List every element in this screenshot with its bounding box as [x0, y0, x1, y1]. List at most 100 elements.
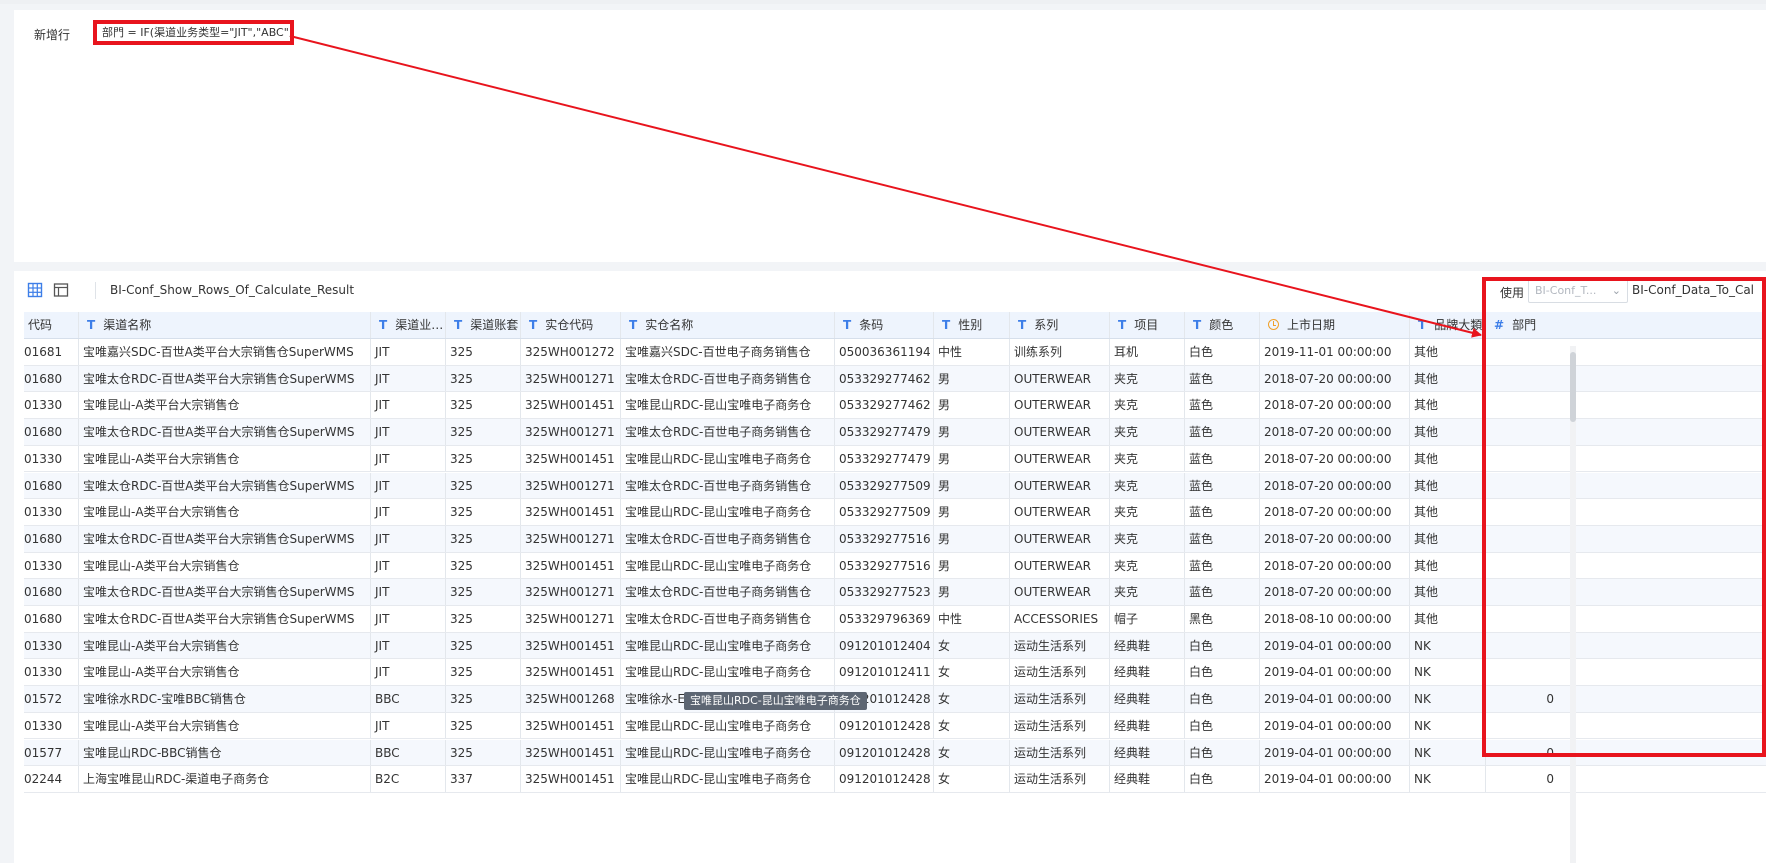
table-cell[interactable]: 325WH001451: [520, 445, 620, 472]
table-row[interactable]: 01681 宝唯嘉兴SDC-百世A类平台大宗销售仓SuperWMS JIT 325 32…: [24, 339, 1766, 366]
table-cell[interactable]: [1485, 392, 1566, 419]
table-cell[interactable]: JIT: [370, 445, 445, 472]
table-cell[interactable]: 053329277479: [834, 445, 933, 472]
table-cell[interactable]: 053329277479: [834, 419, 933, 445]
table-cell[interactable]: [1485, 606, 1566, 632]
table-cell[interactable]: [1485, 525, 1566, 552]
table-cell[interactable]: NK: [1409, 632, 1485, 659]
table-cell[interactable]: 女: [933, 766, 1009, 792]
table-cell[interactable]: 经典鞋: [1109, 739, 1184, 766]
table-cell[interactable]: 宝唯太仓RDC-百世A类平台大宗销售仓SuperWMS: [78, 472, 370, 499]
vertical-scrollbar-thumb[interactable]: [1570, 352, 1576, 422]
table-cell[interactable]: 其他: [1409, 419, 1485, 445]
table-cell[interactable]: 325WH001451: [520, 552, 620, 579]
table-cell[interactable]: 其他: [1409, 606, 1485, 632]
table-cell[interactable]: NK: [1409, 659, 1485, 686]
table-cell[interactable]: 白色: [1184, 632, 1259, 659]
table-cell[interactable]: 325WH001451: [520, 499, 620, 525]
table-cell[interactable]: 宝唯太仓RDC-百世A类平台大宗销售仓SuperWMS: [78, 579, 370, 605]
table-row[interactable]: 01330 宝唯昆山-A类平台大宗销售仓 JIT 325 325WH001451 宝唯昆山…: [24, 499, 1766, 526]
table-cell[interactable]: 蓝色: [1184, 365, 1259, 392]
table-cell[interactable]: 2019-04-01 00:00:00: [1259, 659, 1409, 686]
table-cell[interactable]: 053329277523: [834, 579, 933, 605]
table-cell[interactable]: 宝唯昆山RDC-昆山宝唯电子商务仓: [620, 766, 834, 792]
column-header[interactable]: T 颜色: [1184, 312, 1259, 338]
table-cell[interactable]: 夹克: [1109, 525, 1184, 552]
table-cell[interactable]: OUTERWEAR: [1009, 392, 1109, 419]
table-cell[interactable]: 男: [933, 552, 1009, 579]
table-cell[interactable]: 宝唯昆山RDC-昆山宝唯电子商务仓: [620, 632, 834, 659]
table-cell[interactable]: 白色: [1184, 739, 1259, 766]
table-cell[interactable]: 男: [933, 525, 1009, 552]
table-cell[interactable]: 耳机: [1109, 339, 1184, 365]
column-header[interactable]: T 条码: [834, 312, 933, 338]
table-cell[interactable]: 325: [445, 632, 520, 659]
table-cell[interactable]: 01330: [24, 446, 78, 472]
table-cell[interactable]: 中性: [933, 339, 1009, 365]
table-row[interactable]: 01680 宝唯太仓RDC-百世A类平台大宗销售仓SuperWMS JIT 325 32…: [24, 419, 1766, 446]
table-row[interactable]: 01680 宝唯太仓RDC-百世A类平台大宗销售仓SuperWMS JIT 325 32…: [24, 472, 1766, 500]
table-cell[interactable]: 运动生活系列: [1009, 712, 1109, 739]
table-cell[interactable]: 01330: [24, 659, 78, 685]
table-row[interactable]: 01330 宝唯昆山-A类平台大宗销售仓 JIT 325 325WH001451 宝唯昆山…: [24, 552, 1766, 580]
table-cell[interactable]: 01680: [24, 606, 78, 632]
table-cell[interactable]: 2018-07-20 00:00:00: [1259, 499, 1409, 525]
table-row[interactable]: 01330 宝唯昆山-A类平台大宗销售仓 JIT 325 325WH001451 宝唯昆山…: [24, 712, 1766, 740]
table-cell[interactable]: 白色: [1184, 766, 1259, 792]
table-cell[interactable]: 经典鞋: [1109, 766, 1184, 792]
table-cell[interactable]: BBC: [370, 739, 445, 766]
column-header[interactable]: T 实仓代码: [520, 312, 620, 338]
table-cell[interactable]: 2018-07-20 00:00:00: [1259, 472, 1409, 499]
table-cell[interactable]: 宝唯太仓RDC-百世A类平台大宗销售仓SuperWMS: [78, 525, 370, 552]
table-cell[interactable]: 中性: [933, 606, 1009, 632]
table-cell[interactable]: 2018-07-20 00:00:00: [1259, 392, 1409, 419]
table-cell[interactable]: 01577: [24, 740, 78, 766]
table-cell[interactable]: JIT: [370, 552, 445, 579]
table-cell[interactable]: 宝唯昆山-A类平台大宗销售仓: [78, 499, 370, 525]
table-cell[interactable]: 蓝色: [1184, 499, 1259, 525]
table-cell[interactable]: 宝唯昆山-A类平台大宗销售仓: [78, 392, 370, 419]
table-cell[interactable]: 325: [445, 525, 520, 552]
table-cell[interactable]: 女: [933, 632, 1009, 659]
table-cell[interactable]: 其他: [1409, 525, 1485, 552]
table-cell[interactable]: 宝唯昆山-A类平台大宗销售仓: [78, 659, 370, 686]
table-cell[interactable]: 男: [933, 365, 1009, 392]
table-cell[interactable]: 0: [1485, 739, 1566, 766]
table-row[interactable]: 01680 宝唯太仓RDC-百世A类平台大宗销售仓SuperWMS JIT 325 32…: [24, 525, 1766, 553]
table-cell[interactable]: 325: [445, 472, 520, 499]
table-cell[interactable]: 01330: [24, 713, 78, 739]
table-cell[interactable]: 夹克: [1109, 365, 1184, 392]
table-cell[interactable]: 053329277516: [834, 552, 933, 579]
table-cell[interactable]: 女: [933, 712, 1009, 739]
table-cell[interactable]: [1485, 579, 1566, 605]
table-cell[interactable]: 蓝色: [1184, 392, 1259, 419]
table-cell[interactable]: 宝唯昆山RDC-BBC销售仓: [78, 739, 370, 766]
table-cell[interactable]: 2018-07-20 00:00:00: [1259, 525, 1409, 552]
table-cell[interactable]: 2019-04-01 00:00:00: [1259, 632, 1409, 659]
table-cell[interactable]: 其他: [1409, 499, 1485, 525]
table-cell[interactable]: 325: [445, 499, 520, 525]
table-cell[interactable]: 蓝色: [1184, 472, 1259, 499]
table-cell[interactable]: 宝唯昆山RDC-昆山宝唯电子商务仓: [620, 499, 834, 525]
table-cell[interactable]: 325WH001271: [520, 419, 620, 445]
table-cell[interactable]: 宝唯昆山-A类平台大宗销售仓: [78, 445, 370, 472]
table-cell[interactable]: 经典鞋: [1109, 686, 1184, 712]
table-cell[interactable]: B2C: [370, 766, 445, 792]
table-cell[interactable]: 训练系列: [1009, 339, 1109, 365]
table-cell[interactable]: 325WH001271: [520, 525, 620, 552]
table-cell[interactable]: 091201012428: [834, 739, 933, 766]
table-cell[interactable]: 325: [445, 686, 520, 712]
table-cell[interactable]: 经典鞋: [1109, 659, 1184, 686]
table-cell[interactable]: 经典鞋: [1109, 712, 1184, 739]
table-cell[interactable]: 帽子: [1109, 606, 1184, 632]
column-header[interactable]: T 性别: [933, 312, 1009, 338]
table-cell[interactable]: 白色: [1184, 686, 1259, 712]
table-cell[interactable]: 01680: [24, 419, 78, 445]
table-cell[interactable]: JIT: [370, 365, 445, 392]
table-cell[interactable]: 337: [445, 766, 520, 792]
table-cell[interactable]: 运动生活系列: [1009, 739, 1109, 766]
table-row[interactable]: 01680 宝唯太仓RDC-百世A类平台大宗销售仓SuperWMS JIT 325 32…: [24, 606, 1766, 633]
table-cell[interactable]: 其他: [1409, 365, 1485, 392]
table-cell[interactable]: 325: [445, 659, 520, 686]
table-cell[interactable]: 2019-04-01 00:00:00: [1259, 739, 1409, 766]
